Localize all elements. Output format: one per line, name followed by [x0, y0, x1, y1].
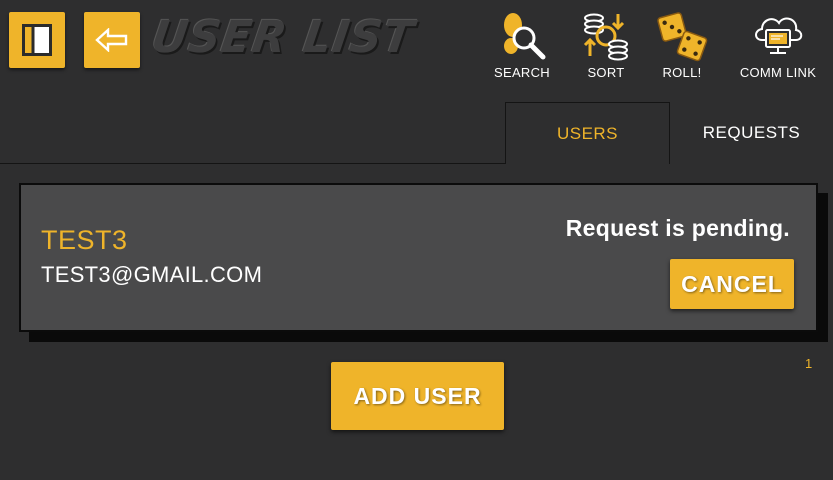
- search-label: SEARCH: [494, 65, 550, 80]
- tab-requests[interactable]: REQUESTS: [670, 102, 833, 163]
- panel-icon: [22, 24, 52, 56]
- roll-button[interactable]: ROLL!: [652, 8, 712, 88]
- roll-label: ROLL!: [662, 65, 702, 80]
- dice-icon: [657, 12, 708, 62]
- request-status-text: Request is pending.: [565, 215, 790, 241]
- search-button[interactable]: SEARCH: [490, 8, 554, 88]
- comm-link-icon: [755, 17, 803, 54]
- toggle-panel-button[interactable]: [9, 12, 65, 68]
- sort-icon: [583, 13, 628, 61]
- back-button[interactable]: [84, 12, 140, 68]
- request-card: TEST3 TEST3@GMAIL.COM Request is pending…: [19, 183, 818, 332]
- comm-link-label: COMM LINK: [739, 65, 817, 80]
- search-icon: [504, 13, 546, 60]
- request-count: 1: [805, 356, 813, 371]
- request-user-name: TEST3: [41, 225, 128, 255]
- comm-link-button[interactable]: COMM LINK: [735, 8, 821, 88]
- tab-bar: USERS REQUESTS: [0, 102, 833, 164]
- tab-divider: [0, 163, 505, 164]
- sort-label: SORT: [587, 65, 625, 80]
- app-logo: USER LIST: [148, 12, 418, 63]
- tab-users[interactable]: USERS: [505, 102, 670, 164]
- cancel-request-button[interactable]: CANCEL: [670, 259, 794, 309]
- top-toolbar: USER LIST SEARCH SORT ROLL! COMM LINK: [0, 0, 833, 100]
- request-user-email: TEST3@GMAIL.COM: [41, 262, 263, 287]
- back-arrow-icon: [95, 28, 128, 52]
- sort-button[interactable]: SORT: [576, 8, 636, 88]
- add-user-button[interactable]: ADD USER: [331, 362, 504, 430]
